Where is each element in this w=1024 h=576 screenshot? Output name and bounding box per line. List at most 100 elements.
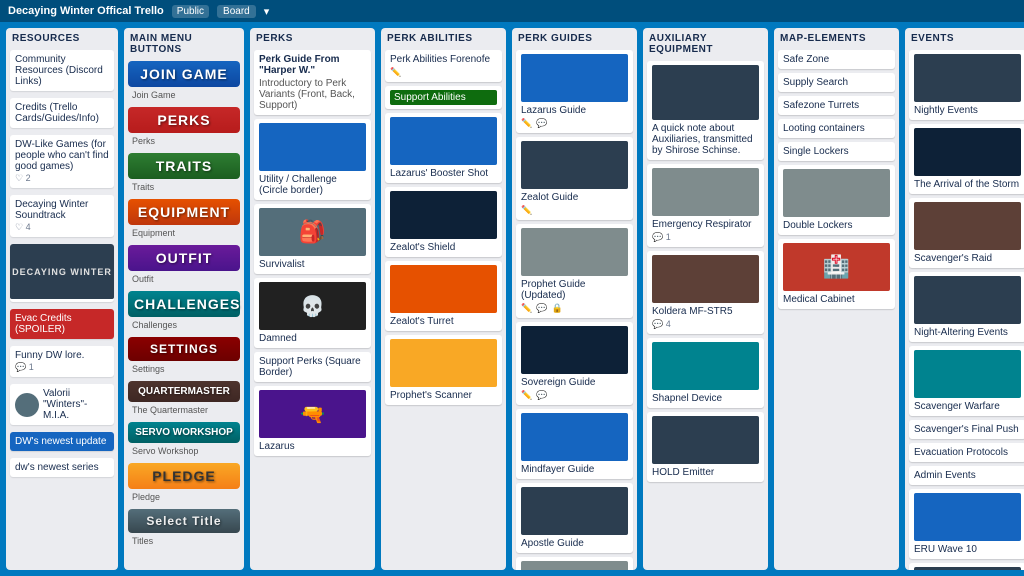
list-item[interactable]: JOIN GAME Join Game (128, 61, 240, 103)
list-item[interactable]: Double Lockers (778, 165, 895, 235)
card-label: Perk Guide From "Harper W." (259, 54, 366, 76)
list-item[interactable]: dw's newest series (10, 458, 114, 477)
card-label: Support Abilities (390, 90, 497, 105)
card-icons: ✏️ (390, 67, 497, 78)
list-item[interactable]: Prophet's Scanner (385, 335, 502, 405)
list-item[interactable]: HOLD Emitter (647, 412, 764, 482)
list-item[interactable]: Select Title Titles (128, 509, 240, 549)
card-image (652, 65, 759, 120)
list-item[interactable]: SETTINGS Settings (128, 337, 240, 377)
card-image (521, 228, 628, 276)
list-item[interactable]: Supply Search (778, 73, 895, 92)
outfit-button[interactable]: OUTFIT (128, 245, 240, 271)
list-item[interactable]: Nightly Events (909, 50, 1024, 120)
list-item[interactable]: 💀 Damned (254, 278, 371, 348)
list-item[interactable]: Zealot's Turret (385, 261, 502, 331)
column-cards-perk-abilities: Perk Abilities Forenofe ✏️ Support Abili… (381, 47, 506, 570)
list-item[interactable]: Zealot's Shield (385, 187, 502, 257)
list-item[interactable]: CHALLENGES Challenges (128, 291, 240, 333)
card-image (521, 413, 628, 461)
card-label: Night-Altering Events (914, 327, 1021, 338)
list-item[interactable]: ERU Wave 10 (909, 489, 1024, 559)
list-item[interactable]: Support Perks (Square Border) (254, 352, 371, 382)
list-item[interactable]: 🏥 Medical Cabinet (778, 239, 895, 309)
list-item[interactable]: 🎒 Survivalist (254, 204, 371, 274)
list-item[interactable]: Lazarus' Booster Shot (385, 113, 502, 183)
list-item[interactable]: Shapnel Device (647, 338, 764, 408)
column-perks: Perks Perk Guide From "Harper W." Introd… (250, 28, 375, 570)
list-item[interactable]: Support Abilities (385, 86, 502, 109)
list-item[interactable]: Wave Ultima (Removed) (909, 563, 1024, 570)
servo-workshop-button[interactable]: SERVO WORKSHOP (128, 422, 240, 443)
list-item[interactable]: Frontliner (Hexagon) (516, 557, 633, 570)
board-button[interactable]: Board (217, 5, 256, 18)
list-item[interactable]: Scavenger's Final Push (909, 420, 1024, 439)
list-item[interactable]: Evacuation Protocols (909, 443, 1024, 462)
list-item[interactable]: TRAITS Traits (128, 153, 240, 195)
list-item[interactable]: SERVO WORKSHOP Servo Workshop (128, 422, 240, 459)
card-icons: ✏️💬🔒 (521, 303, 628, 314)
equipment-button[interactable]: EQUIPMENT (128, 199, 240, 225)
list-item[interactable]: The Arrival of the Storm (909, 124, 1024, 194)
column-cards-map-elements: Safe Zone Supply Search Safezone Turrets… (774, 47, 899, 570)
list-item[interactable]: Emergency Respirator 💬 1 (647, 164, 764, 247)
list-item[interactable]: Scavenger's Raid (909, 198, 1024, 268)
list-item[interactable]: Lazarus Guide ✏️💬 (516, 50, 633, 133)
list-item[interactable]: Utility / Challenge (Circle border) (254, 119, 371, 200)
perks-button[interactable]: PERKS (128, 107, 240, 133)
column-auxiliary: Auxiliary Equipment A quick note about A… (643, 28, 768, 570)
list-item[interactable]: Evac Credits (SPOILER) (10, 309, 114, 339)
list-item[interactable]: Night-Altering Events (909, 272, 1024, 342)
visibility-badge[interactable]: Public (172, 5, 209, 18)
traits-label: Traits (128, 181, 240, 195)
list-item[interactable]: DECAYING WINTER (10, 244, 114, 302)
list-item[interactable]: Koldera MF-STR5 💬 4 (647, 251, 764, 334)
list-item[interactable]: Perk Abilities Forenofe ✏️ (385, 50, 502, 82)
list-item[interactable]: Single Lockers (778, 142, 895, 161)
list-item[interactable]: PERKS Perks (128, 107, 240, 149)
list-item[interactable]: Community Resources (Discord Links) (10, 50, 114, 91)
list-item[interactable]: Admin Events (909, 466, 1024, 485)
list-item[interactable]: Credits (Trello Cards/Guides/Info) (10, 98, 114, 128)
list-item[interactable]: Zealot Guide ✏️ (516, 137, 633, 220)
card-label: Safezone Turrets (783, 100, 890, 111)
list-item[interactable]: OUTFIT Outfit (128, 245, 240, 287)
select-title-button[interactable]: Select Title (128, 509, 240, 533)
challenges-button[interactable]: CHALLENGES (128, 291, 240, 317)
settings-button[interactable]: SETTINGS (128, 337, 240, 361)
list-item[interactable]: Sovereign Guide ✏️💬 (516, 322, 633, 405)
list-item[interactable]: Looting containers (778, 119, 895, 138)
list-item[interactable]: Mindfayer Guide (516, 409, 633, 479)
list-item[interactable]: EQUIPMENT Equipment (128, 199, 240, 241)
card-image (521, 326, 628, 374)
list-item[interactable]: DW's newest update (10, 432, 114, 451)
list-item[interactable]: Decaying Winter Soundtrack ♡ 4 (10, 195, 114, 237)
card-label: Valorii "Winters"- M.I.A. (43, 388, 109, 421)
list-item[interactable]: Prophet Guide (Updated) ✏️💬🔒 (516, 224, 633, 318)
card-icons: 💬 1 (652, 232, 759, 243)
card-label: Scavenger's Raid (914, 253, 1021, 264)
list-item[interactable]: Funny DW lore. 💬 1 (10, 346, 114, 377)
column-header-perk-abilities: Perk Abilities (381, 28, 506, 47)
traits-button[interactable]: TRAITS (128, 153, 240, 179)
list-item[interactable]: QUARTERMASTER The Quartermaster (128, 381, 240, 418)
list-item[interactable]: Perk Guide From "Harper W." Introductory… (254, 50, 371, 115)
pledge-button[interactable]: PLEDGE (128, 463, 240, 489)
chevron-icon[interactable]: ▾ (264, 5, 270, 18)
list-item[interactable]: Safe Zone (778, 50, 895, 69)
list-item[interactable]: A quick note about Auxiliaries, transmit… (647, 61, 764, 160)
list-item[interactable]: Safezone Turrets (778, 96, 895, 115)
quartermaster-button[interactable]: QUARTERMASTER (128, 381, 240, 402)
list-item[interactable]: PLEDGE Pledge (128, 463, 240, 505)
column-cards-main-menu: JOIN GAME Join Game PERKS Perks TRAITS T… (124, 58, 244, 570)
list-item[interactable]: Apostle Guide (516, 483, 633, 553)
list-item[interactable]: DW-Like Games (for people who can't find… (10, 135, 114, 188)
list-item[interactable]: Valorii "Winters"- M.I.A. (10, 384, 114, 425)
card-image (914, 493, 1021, 541)
challenges-label: Challenges (128, 319, 240, 333)
join-game-button[interactable]: JOIN GAME (128, 61, 240, 87)
list-item[interactable]: 🔫 Lazarus (254, 386, 371, 456)
list-item[interactable]: Scavenger Warfare (909, 346, 1024, 416)
column-header-resources: Resources (6, 28, 118, 47)
column-resources: Resources Community Resources (Discord L… (6, 28, 118, 570)
